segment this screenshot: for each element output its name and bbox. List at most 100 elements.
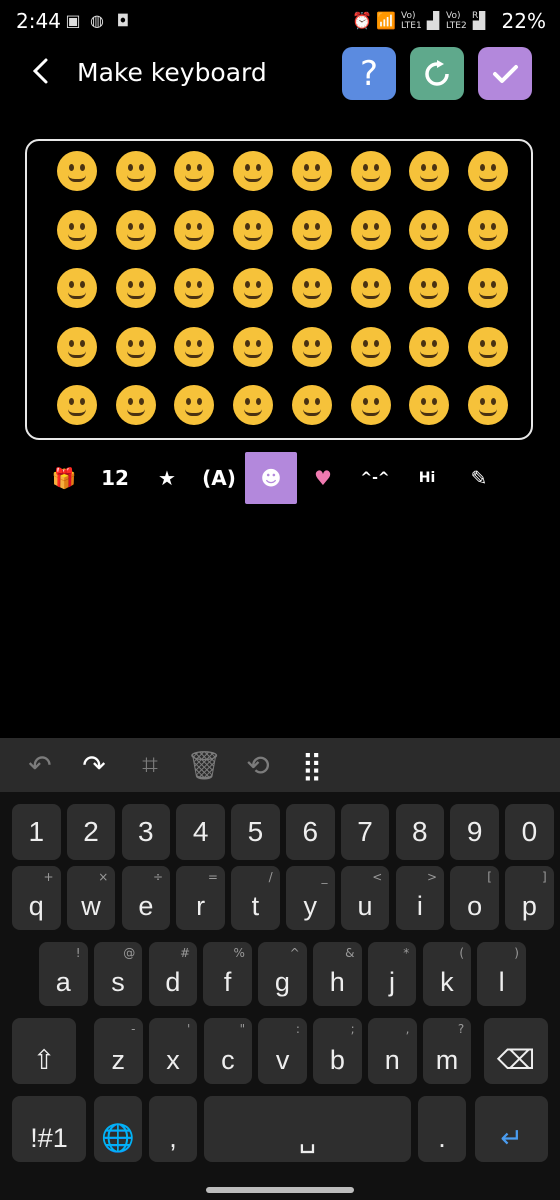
keycap-icon[interactable]: ⌗ [132, 748, 168, 782]
delete-icon[interactable]: 🗑 [186, 748, 222, 782]
emoji-cell[interactable]: 😁 [233, 151, 274, 191]
emoji-cell[interactable]: 😅 [350, 151, 391, 191]
cat-text-tab[interactable]: (A) [193, 452, 245, 504]
cat-edit-tab[interactable]: ✎ [453, 452, 505, 504]
emoji-cell[interactable]: 😜 [57, 326, 97, 367]
grid-sort-icon[interactable]: ⣿ [294, 748, 330, 782]
period-key[interactable]: . [418, 1096, 466, 1162]
cat-hi-tab[interactable]: Hi [401, 452, 453, 504]
key-n[interactable]: ,n [368, 1018, 417, 1084]
key-o[interactable]: [o [450, 866, 499, 930]
back-button[interactable] [30, 56, 58, 92]
key-0[interactable]: 0 [505, 804, 554, 860]
key-c[interactable]: " c [203, 1018, 253, 1084]
emoji-cell[interactable]: 😛 [467, 268, 508, 308]
symbols-key[interactable]: !#1 [12, 1096, 86, 1162]
key-i[interactable]: > i [395, 866, 445, 930]
space-key[interactable]: ␣ [204, 1096, 411, 1162]
emoji-cell[interactable]: 🤐 [57, 385, 97, 425]
emoji-cell[interactable]: 🥲 [350, 268, 391, 308]
key-m[interactable]: ? m [422, 1018, 472, 1084]
key-t[interactable]: / t [231, 866, 280, 930]
swap-icon[interactable]: ⟲ [240, 748, 276, 782]
navigation-handle[interactable] [206, 1187, 354, 1193]
emoji-cell[interactable]: 🙂 [57, 209, 97, 250]
emoji-cell[interactable]: 😀 [57, 151, 97, 191]
emoji-cell[interactable]: 😉 [174, 209, 215, 250]
key-k[interactable]: (k [422, 942, 472, 1006]
emoji-cell[interactable]: 😋 [409, 268, 450, 308]
emoji-cell[interactable]: 🥰 [350, 209, 391, 250]
cat-heart-tab[interactable]: ♥ [297, 452, 349, 504]
key-2[interactable]: 2 [66, 804, 116, 860]
key-8[interactable]: 8 [395, 804, 445, 860]
key-u[interactable]: < u [340, 866, 390, 930]
cat-numbers-tab[interactable]: 12 [89, 452, 141, 504]
key-d[interactable]: # d [148, 942, 198, 1006]
key-j[interactable]: * j [367, 942, 417, 1006]
emoji-cell[interactable]: 😚 [233, 268, 274, 308]
emoji-cell[interactable]: 🤨 [115, 385, 156, 425]
key-f[interactable]: % f [203, 942, 252, 1006]
key-y[interactable]: _ y [286, 866, 335, 930]
comma-key[interactable]: , [149, 1096, 197, 1162]
cat-emoji-tab[interactable]: ☻ [245, 452, 297, 504]
key-b[interactable]: ; b [313, 1018, 362, 1084]
key-w[interactable]: × w [66, 866, 116, 930]
cat-favorites-tab[interactable]: ★ [141, 452, 193, 504]
enter-key[interactable]: ↵ [475, 1096, 548, 1162]
emoji-cell[interactable]: 🤣 [409, 151, 450, 191]
key-z[interactable]: -z [94, 1018, 143, 1084]
shift-key[interactable]: ⇧ [12, 1018, 76, 1084]
key-l[interactable]: ) l [477, 942, 526, 1006]
key-e[interactable]: ÷ e [121, 866, 171, 930]
emoji-cell[interactable]: 😊 [233, 209, 274, 250]
emoji-cell[interactable]: 😇 [291, 209, 332, 250]
key-6[interactable]: 6 [286, 804, 335, 860]
emoji-cell[interactable]: 😄 [174, 151, 215, 191]
key-3[interactable]: 3 [121, 804, 171, 860]
emoji-cell[interactable]: 🤔 [467, 326, 508, 367]
key-5[interactable]: 5 [231, 804, 280, 860]
reset-button[interactable] [410, 47, 464, 100]
emoji-cell[interactable]: 🤭 [350, 326, 391, 367]
emoji-cell[interactable]: 🤫 [409, 326, 450, 367]
cat-emoticon-tab[interactable]: ^-^ [349, 452, 401, 504]
emoji-cell[interactable]: 😍 [409, 209, 450, 250]
key-a[interactable]: ! a [39, 942, 88, 1006]
key-9[interactable]: 9 [450, 804, 499, 860]
emoji-cell[interactable]: 😝 [174, 326, 215, 367]
emoji-cell[interactable]: 😘 [57, 268, 97, 308]
key-g[interactable]: ^ g [258, 942, 307, 1006]
key-h[interactable]: & h [313, 942, 362, 1006]
emoji-cell[interactable]: 🙃 [115, 209, 156, 250]
key-s[interactable]: @ s [93, 942, 143, 1006]
emoji-cell[interactable]: 😑 [233, 385, 274, 425]
emoji-cell[interactable]: 😒 [409, 385, 450, 425]
key-p[interactable]: ] p [505, 866, 554, 930]
confirm-button[interactable] [478, 47, 532, 100]
emoji-cell[interactable]: 😂 [467, 151, 508, 191]
redo-icon[interactable]: ↷ [76, 748, 112, 782]
key-7[interactable]: 7 [340, 804, 390, 860]
cat-gift-tab[interactable]: 🎁 [38, 452, 90, 504]
emoji-cell[interactable]: 🤪 [115, 326, 156, 367]
key-4[interactable]: 4 [176, 804, 225, 860]
key-q[interactable]: + q [12, 866, 61, 930]
globe-key[interactable]: 🌐 [94, 1096, 142, 1162]
emoji-cell[interactable]: 🤑 [233, 326, 274, 367]
emoji-cell[interactable]: 😏 [350, 385, 391, 425]
help-button[interactable]: ? [342, 47, 396, 100]
emoji-cell[interactable]: 😙 [291, 268, 332, 308]
emoji-cell[interactable]: 😃 [115, 151, 156, 191]
undo-icon[interactable]: ↶ [22, 748, 58, 782]
emoji-cell[interactable]: 😐 [174, 385, 215, 425]
key-x[interactable]: ' x [148, 1018, 198, 1084]
emoji-cell[interactable]: ☺️ [174, 268, 215, 308]
emoji-cell[interactable]: 😗 [115, 268, 156, 308]
emoji-cell[interactable]: 🤩 [467, 209, 508, 250]
emoji-cell[interactable]: 😆 [291, 151, 332, 191]
key-r[interactable]: = r [176, 866, 225, 930]
emoji-cell[interactable]: 🙄 [467, 385, 508, 425]
key-1[interactable]: 1 [12, 804, 61, 860]
